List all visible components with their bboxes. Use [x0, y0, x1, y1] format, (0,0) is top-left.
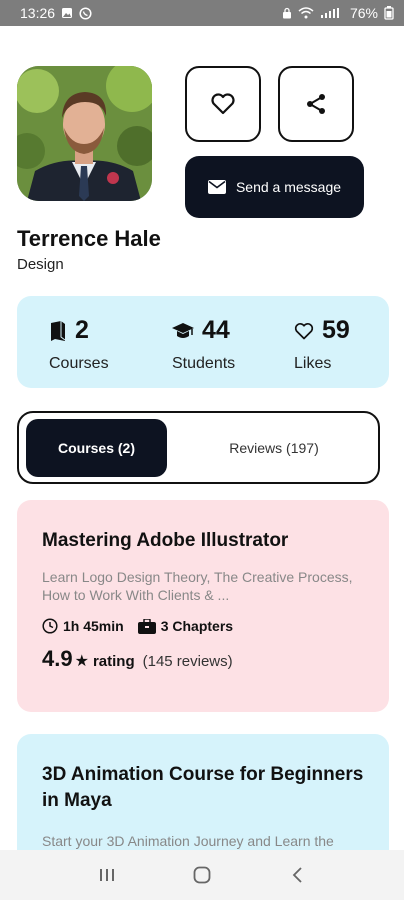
- status-time: 13:26: [20, 5, 56, 21]
- course-chapters-text: 3 Chapters: [160, 618, 234, 634]
- lock-icon: [282, 7, 292, 19]
- recent-apps-button[interactable]: [87, 855, 127, 895]
- heart-outline-icon: [294, 322, 314, 339]
- rating-label: rating: [92, 653, 135, 670]
- course-description: Learn Logo Design Theory, The Creative P…: [42, 569, 353, 603]
- rating-reviews: (145 reviews): [142, 653, 233, 670]
- battery-percent: 76%: [349, 5, 378, 21]
- status-bar: 13:26 76%: [0, 0, 404, 26]
- share-button[interactable]: [278, 66, 354, 142]
- course-meta: 1h 45min 3 Chapters: [42, 618, 364, 634]
- send-message-button[interactable]: Send a message: [185, 156, 364, 218]
- stat-students-label: Students: [172, 355, 236, 372]
- stat-likes-label: Likes: [294, 355, 332, 372]
- stat-courses-value: 2: [75, 316, 89, 344]
- course-title: Mastering Adobe Illustrator: [42, 530, 289, 551]
- profile-role: Design: [17, 256, 64, 273]
- tab-reviews[interactable]: Reviews (197): [189, 419, 359, 477]
- back-button[interactable]: [277, 855, 317, 895]
- stat-students: 44 Students: [172, 316, 235, 373]
- avatar: [17, 66, 152, 201]
- tab-switcher: Courses (2) Reviews (197): [17, 411, 380, 484]
- stat-likes: 59 Likes: [294, 316, 350, 373]
- graduation-cap-icon: [172, 322, 194, 338]
- home-button[interactable]: [182, 855, 222, 895]
- course-duration: 1h 45min: [42, 618, 124, 634]
- course-card[interactable]: Mastering Adobe Illustrator Learn Logo D…: [17, 500, 389, 712]
- favorite-button[interactable]: [185, 66, 261, 142]
- envelope-icon: [207, 180, 226, 194]
- profile-name: Terrence Hale: [17, 226, 161, 251]
- stat-courses: 2 Courses: [49, 316, 109, 373]
- send-message-label: Send a message: [235, 179, 342, 195]
- course-duration-text: 1h 45min: [63, 618, 124, 634]
- gallery-icon: [61, 7, 73, 19]
- course-description: Start your 3D Animation Journey and Lear…: [42, 833, 334, 849]
- whatsapp-icon: [79, 6, 92, 20]
- share-icon: [307, 94, 325, 114]
- stats-panel: 2 Courses 44 Students 59 Likes: [17, 296, 389, 388]
- heart-icon: [211, 93, 235, 115]
- wifi-icon: [298, 7, 314, 19]
- book-icon: [51, 320, 66, 341]
- profile-screen: 13:26 76% Send a message Terrence Hale D…: [0, 0, 404, 900]
- clock-icon: [42, 618, 58, 634]
- tab-courses[interactable]: Courses (2): [26, 419, 167, 477]
- home-icon: [193, 866, 211, 884]
- course-rating: 4.9 ★ rating (145 reviews): [42, 646, 364, 672]
- briefcase-icon: [137, 618, 156, 634]
- stat-likes-value: 59: [322, 316, 350, 344]
- back-icon: [292, 867, 302, 883]
- recent-apps-icon: [100, 869, 115, 881]
- signal-icon: [320, 7, 344, 19]
- course-chapters: 3 Chapters: [137, 618, 234, 634]
- stat-students-value: 44: [202, 316, 230, 344]
- course-title: 3D Animation Course for Beginners in May…: [42, 764, 364, 811]
- rating-value: 4.9: [42, 646, 73, 671]
- stat-courses-label: Courses: [49, 355, 109, 372]
- star-icon: ★: [74, 653, 89, 670]
- system-nav-bar: [0, 850, 404, 900]
- battery-icon: [384, 6, 394, 20]
